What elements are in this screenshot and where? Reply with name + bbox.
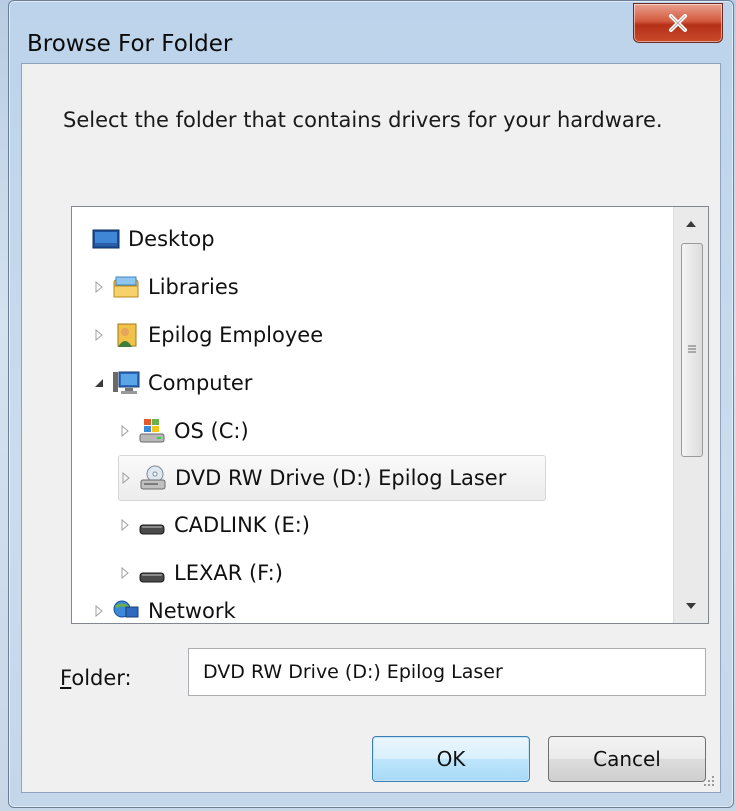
ok-button[interactable]: OK bbox=[372, 736, 530, 782]
folder-label-text: older: bbox=[71, 666, 132, 690]
folder-tree[interactable]: Desktop Libraries Epilog Employee Comput… bbox=[71, 206, 709, 624]
removable-drive-icon bbox=[138, 511, 166, 539]
dialog-client-area: Select the folder that contains drivers … bbox=[21, 63, 721, 793]
tree-item-network[interactable]: Network bbox=[92, 597, 236, 625]
expand-arrow-icon[interactable] bbox=[92, 604, 106, 618]
expand-arrow-icon[interactable] bbox=[118, 518, 132, 532]
tree-item-lexar-f[interactable]: LEXAR (F:) bbox=[118, 553, 283, 593]
network-icon bbox=[112, 597, 140, 625]
tree-item-label: Epilog Employee bbox=[148, 323, 324, 347]
tree-item-cadlink-e[interactable]: CADLINK (E:) bbox=[118, 505, 310, 545]
folder-label: Folder: bbox=[60, 666, 132, 690]
desktop-icon bbox=[92, 225, 120, 253]
folder-input[interactable] bbox=[188, 648, 706, 696]
computer-icon bbox=[112, 369, 140, 397]
tree-item-computer[interactable]: Computer bbox=[92, 363, 252, 403]
cancel-button[interactable]: Cancel bbox=[548, 736, 706, 782]
tree-item-os-c[interactable]: OS (C:) bbox=[118, 411, 249, 451]
expand-arrow-icon[interactable] bbox=[92, 280, 106, 294]
libraries-icon bbox=[112, 273, 140, 301]
scroll-down-button[interactable] bbox=[674, 589, 708, 623]
scroll-down-icon bbox=[686, 603, 696, 609]
tree-item-libraries[interactable]: Libraries bbox=[92, 267, 239, 307]
removable-drive-icon bbox=[138, 559, 166, 587]
tree-item-label: LEXAR (F:) bbox=[174, 561, 283, 585]
tree-item-label: Libraries bbox=[148, 275, 239, 299]
browse-for-folder-dialog: Browse For Folder Select the folder that… bbox=[8, 0, 734, 808]
scroll-up-button[interactable] bbox=[674, 207, 708, 241]
tree-item-label: Desktop bbox=[128, 227, 215, 251]
user-folder-icon bbox=[112, 321, 140, 349]
scroll-up-icon bbox=[686, 221, 696, 227]
scrollbar-thumb[interactable] bbox=[681, 243, 703, 457]
dvd-drive-icon bbox=[139, 464, 167, 492]
close-icon bbox=[669, 14, 687, 32]
tree-item-label: OS (C:) bbox=[174, 419, 249, 443]
tree-item-label: Computer bbox=[148, 371, 253, 395]
tree-item-label: Network bbox=[148, 599, 236, 623]
expand-arrow-icon[interactable] bbox=[118, 424, 132, 438]
windows-drive-icon bbox=[138, 417, 166, 445]
vertical-scrollbar[interactable] bbox=[673, 207, 708, 623]
resize-grip-icon[interactable] bbox=[700, 772, 716, 788]
tree-item-label: CADLINK (E:) bbox=[174, 513, 310, 537]
expand-arrow-icon[interactable] bbox=[118, 566, 132, 580]
tree-item-desktop[interactable]: Desktop bbox=[92, 219, 215, 259]
tree-item-label: DVD RW Drive (D:) Epilog Laser bbox=[175, 466, 507, 490]
close-button[interactable] bbox=[633, 3, 723, 43]
tree-item-dvd-rw-drive[interactable]: DVD RW Drive (D:) Epilog Laser bbox=[118, 455, 546, 501]
expand-arrow-icon[interactable] bbox=[119, 471, 133, 485]
tree-item-epilog-employee[interactable]: Epilog Employee bbox=[92, 315, 323, 355]
instruction-text: Select the folder that contains drivers … bbox=[63, 108, 663, 132]
dialog-title: Browse For Folder bbox=[27, 31, 233, 57]
grip-icon bbox=[688, 345, 696, 353]
expand-arrow-icon[interactable] bbox=[92, 328, 106, 342]
folder-label-accelerator: F bbox=[60, 666, 72, 690]
collapse-arrow-icon[interactable] bbox=[92, 376, 106, 390]
